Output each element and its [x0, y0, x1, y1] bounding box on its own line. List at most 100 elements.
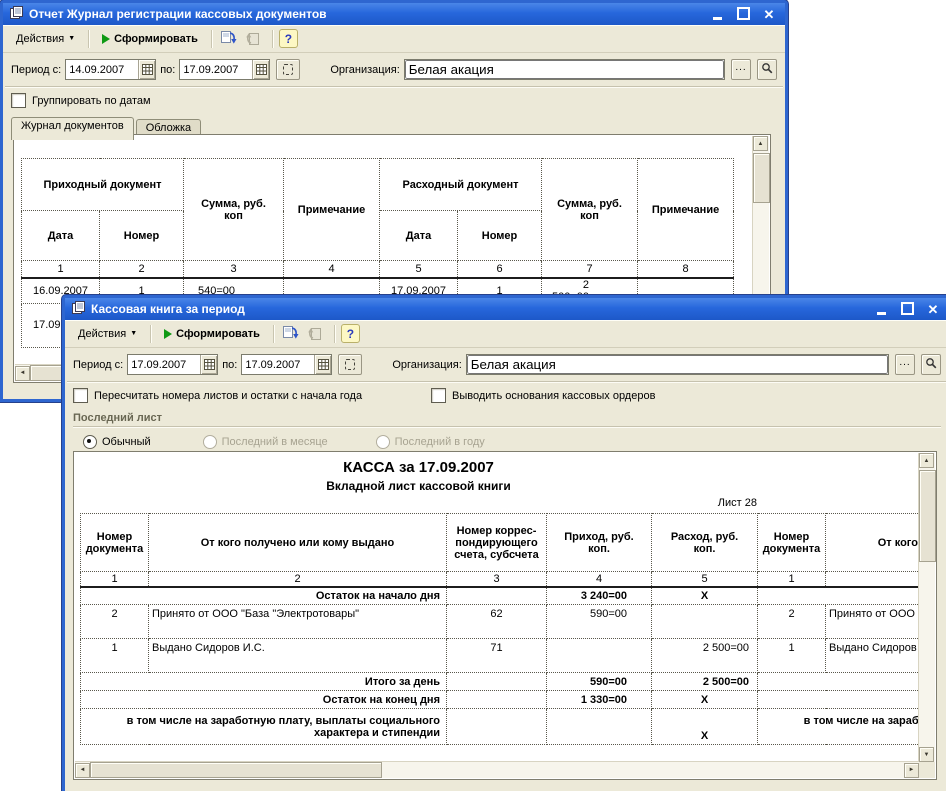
scroll-up-button[interactable]: ▲	[919, 453, 934, 468]
maximize-button[interactable]	[735, 6, 751, 22]
period-settings-button[interactable]	[276, 59, 301, 80]
date-to-input[interactable]	[180, 60, 253, 79]
col-header: Номер	[99, 210, 184, 261]
organization-choose-button[interactable]: ...	[895, 354, 915, 375]
period-icon	[283, 64, 294, 75]
cashbook-table: Номер документа От кого получено или ком…	[80, 513, 919, 745]
col-header: От кого получено или кому выдано	[148, 513, 447, 572]
col-header: Сумма, руб. коп	[541, 158, 639, 261]
play-icon	[102, 33, 111, 44]
date-from-input[interactable]	[66, 60, 139, 79]
radio-normal[interactable]: Обычный	[83, 435, 151, 449]
toolbar-separator	[271, 29, 273, 48]
col-header: Приходный документ	[21, 158, 184, 211]
organization-search-button[interactable]	[757, 59, 777, 80]
organization-field	[465, 354, 889, 375]
close-button[interactable]: ✕	[925, 302, 941, 317]
vertical-scrollbar[interactable]: ▲ ▼	[918, 453, 936, 762]
journal-toolbar: Действия ▼ Сформировать ?	[3, 25, 785, 53]
organization-label: Организация:	[392, 358, 462, 371]
maximize-button[interactable]	[899, 301, 915, 317]
last-sheet-group: Последний лист	[65, 408, 946, 428]
actions-menu-button[interactable]: Действия ▼	[71, 323, 144, 344]
period-from-label: Период с:	[73, 358, 124, 371]
maximize-icon	[736, 6, 750, 20]
radio-icon	[375, 435, 390, 449]
sheet-number: Лист 28	[717, 497, 757, 509]
horizontal-scrollbar[interactable]: ◄ ►	[75, 761, 919, 778]
scroll-right-button[interactable]: ►	[904, 762, 919, 778]
dropdown-caret-icon: ▼	[130, 329, 138, 337]
calendar-icon[interactable]	[252, 60, 270, 79]
actions-menu-button[interactable]: Действия ▼	[9, 28, 82, 49]
col-header: Номер	[456, 210, 543, 261]
tab-journal-documents[interactable]: Журнал документов	[11, 117, 134, 140]
last-sheet-group-title: Последний лист	[73, 412, 163, 424]
toolbar-separator	[333, 324, 335, 343]
minimize-button[interactable]	[873, 302, 889, 317]
scroll-left-button[interactable]: ◄	[75, 762, 90, 778]
help-button[interactable]: ?	[278, 29, 298, 48]
cashbook-titlebar[interactable]: Кассовая книга за период ✕	[65, 298, 946, 320]
cashbook-toolbar: Действия ▼ Сформировать ?	[65, 320, 946, 348]
col-number: 5	[379, 260, 458, 279]
col-header: Примечание	[283, 158, 380, 261]
show-order-basis-checkbox[interactable]	[431, 388, 446, 403]
date-from-input[interactable]	[128, 355, 201, 374]
organization-choose-button[interactable]: ...	[731, 59, 751, 80]
restore-settings-icon[interactable]	[280, 323, 302, 344]
scrollbar-thumb[interactable]	[90, 762, 382, 778]
organization-input[interactable]	[466, 355, 888, 374]
organization-field	[403, 59, 725, 80]
minimize-button[interactable]	[709, 7, 725, 22]
calendar-icon[interactable]	[138, 60, 156, 79]
play-icon	[164, 328, 173, 339]
col-number: 7	[541, 260, 639, 279]
scroll-down-button[interactable]: ▼	[919, 747, 934, 762]
organization-input[interactable]	[404, 60, 724, 79]
col-header: Номер документа	[757, 513, 826, 572]
col-header: Сумма, руб. коп	[183, 158, 284, 261]
scrollbar-thumb[interactable]	[753, 153, 770, 203]
scroll-up-button[interactable]: ▲	[753, 136, 768, 151]
period-settings-button[interactable]	[338, 354, 363, 375]
toolbar-separator	[272, 324, 274, 343]
entry-row: 2 Принято от ООО "База "Электротовары" 6…	[80, 604, 919, 639]
help-button[interactable]: ?	[340, 324, 360, 343]
organization-search-button[interactable]	[921, 354, 941, 375]
period-to-label: по:	[222, 358, 238, 371]
report-title: КАССА за 17.09.2007	[343, 459, 494, 476]
restore-settings-icon[interactable]	[218, 28, 240, 49]
col-number: 8	[637, 260, 735, 279]
col-header: Дата	[21, 210, 100, 261]
summary-row: Остаток на конец дня 1 330=00 X Остаток …	[80, 690, 919, 709]
date-from-field	[127, 354, 219, 375]
generate-button[interactable]: Сформировать	[157, 323, 267, 344]
col-number: 1	[80, 571, 149, 588]
journal-titlebar[interactable]: Отчет Журнал регистрации кассовых докуме…	[3, 3, 785, 25]
calendar-icon[interactable]	[314, 355, 332, 374]
summary-row: Остаток на начало дня 3 240=00 X Остаток…	[80, 586, 919, 605]
date-to-input[interactable]	[242, 355, 315, 374]
minimize-icon	[712, 16, 722, 20]
recalc-sheets-checkbox[interactable]	[73, 388, 88, 403]
close-button[interactable]: ✕	[761, 7, 777, 22]
cash-book-window: Кассовая книга за период ✕ Действия ▼ Сф…	[62, 295, 946, 791]
calendar-icon[interactable]	[200, 355, 218, 374]
group-by-dates-checkbox[interactable]	[11, 93, 26, 108]
col-number: 3	[446, 571, 547, 588]
window-title: Отчет Журнал регистрации кассовых докуме…	[29, 7, 327, 21]
toolbar-separator	[150, 324, 152, 343]
col-header: От кого получено или кому выдано	[825, 513, 919, 572]
toolbar-separator	[88, 29, 90, 48]
generate-button[interactable]: Сформировать	[95, 28, 205, 49]
magnifier-icon	[762, 62, 773, 73]
group-by-dates-label: Группировать по датам	[32, 94, 151, 107]
date-from-field	[65, 59, 157, 80]
show-order-basis-label: Выводить основания кассовых ордеров	[452, 389, 656, 402]
scrollbar-thumb[interactable]	[919, 470, 936, 562]
col-header: Номер документа	[80, 513, 149, 572]
save-settings-icon	[244, 28, 266, 49]
col-number: 4	[546, 571, 652, 588]
scroll-left-button[interactable]: ◄	[15, 365, 30, 381]
